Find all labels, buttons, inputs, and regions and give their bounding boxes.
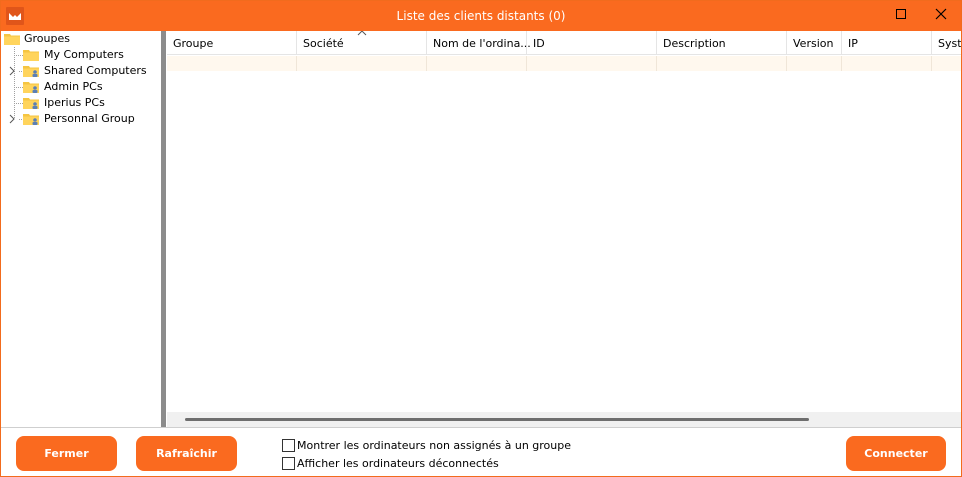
- tree-item-label: Shared Computers: [44, 64, 147, 77]
- refresh-button[interactable]: Rafraîchir: [136, 436, 237, 471]
- tree-item-admin-pcs[interactable]: Admin PCs: [1, 79, 151, 95]
- tree-item-iperius-pcs[interactable]: Iperius PCs: [1, 95, 151, 111]
- chevron-right-icon[interactable]: [8, 66, 16, 76]
- maximize-button[interactable]: [881, 1, 921, 31]
- tree-root-groupes[interactable]: Groupes: [4, 31, 154, 47]
- tree-root-label: Groupes: [24, 32, 70, 45]
- checkbox-box[interactable]: [282, 457, 295, 470]
- folder-icon: [4, 33, 20, 45]
- pane-splitter[interactable]: [161, 31, 166, 427]
- sort-ascending-icon: [357, 31, 367, 36]
- grid-header: Groupe Société Nom de l'ordina... ID Des…: [167, 31, 961, 55]
- column-header-system[interactable]: Syste: [932, 31, 961, 55]
- table-row[interactable]: [167, 56, 961, 71]
- chevron-right-icon[interactable]: [8, 114, 16, 124]
- column-header-version[interactable]: Version: [787, 31, 842, 55]
- column-header-ip[interactable]: IP: [842, 31, 932, 55]
- column-header-computer-name[interactable]: Nom de l'ordina...: [427, 31, 531, 55]
- folder-icon: [23, 49, 39, 61]
- window-title: Liste des clients distants (0): [396, 9, 566, 23]
- column-header-description[interactable]: Description: [657, 31, 787, 55]
- user-folder-icon: [23, 113, 39, 125]
- close-window-button[interactable]: [921, 1, 961, 31]
- user-folder-icon: [23, 65, 39, 77]
- column-header-groupe[interactable]: Groupe: [167, 31, 297, 55]
- tree-item-personnal-group[interactable]: Personnal Group: [1, 111, 151, 127]
- user-folder-icon: [23, 97, 39, 109]
- column-header-societe[interactable]: Société: [297, 31, 427, 55]
- checkbox-label: Montrer les ordinateurs non assignés à u…: [297, 439, 572, 452]
- tree-item-my-computers[interactable]: My Computers: [1, 47, 151, 63]
- remote-clients-window: Liste des clients distants (0) Groupes M…: [0, 0, 962, 477]
- clients-grid[interactable]: Groupe Société Nom de l'ordina... ID Des…: [167, 31, 961, 427]
- horizontal-scrollbar[interactable]: [167, 412, 961, 427]
- close-button[interactable]: Fermer: [16, 436, 117, 471]
- user-folder-icon: [23, 81, 39, 93]
- tree-item-label: Iperius PCs: [44, 96, 105, 109]
- bottom-toolbar: Fermer Rafraîchir Montrer les ordinateur…: [1, 427, 961, 476]
- title-bar: Liste des clients distants (0): [1, 1, 961, 31]
- checkbox-box[interactable]: [282, 439, 295, 452]
- tree-item-shared-computers[interactable]: Shared Computers: [1, 63, 151, 79]
- show-unassigned-checkbox[interactable]: Montrer les ordinateurs non assignés à u…: [282, 439, 571, 453]
- group-tree[interactable]: Groupes My Computers Shared Computers Ad…: [1, 31, 161, 427]
- show-disconnected-checkbox[interactable]: Afficher les ordinateurs déconnectés: [282, 457, 562, 471]
- checkbox-label: Afficher les ordinateurs déconnectés: [297, 457, 499, 470]
- connect-button[interactable]: Connecter: [846, 436, 946, 471]
- tree-item-label: Admin PCs: [44, 80, 103, 93]
- scrollbar-thumb[interactable]: [185, 418, 809, 421]
- tree-item-label: My Computers: [44, 48, 124, 61]
- column-header-id[interactable]: ID: [527, 31, 657, 55]
- tree-item-label: Personnal Group: [44, 112, 135, 125]
